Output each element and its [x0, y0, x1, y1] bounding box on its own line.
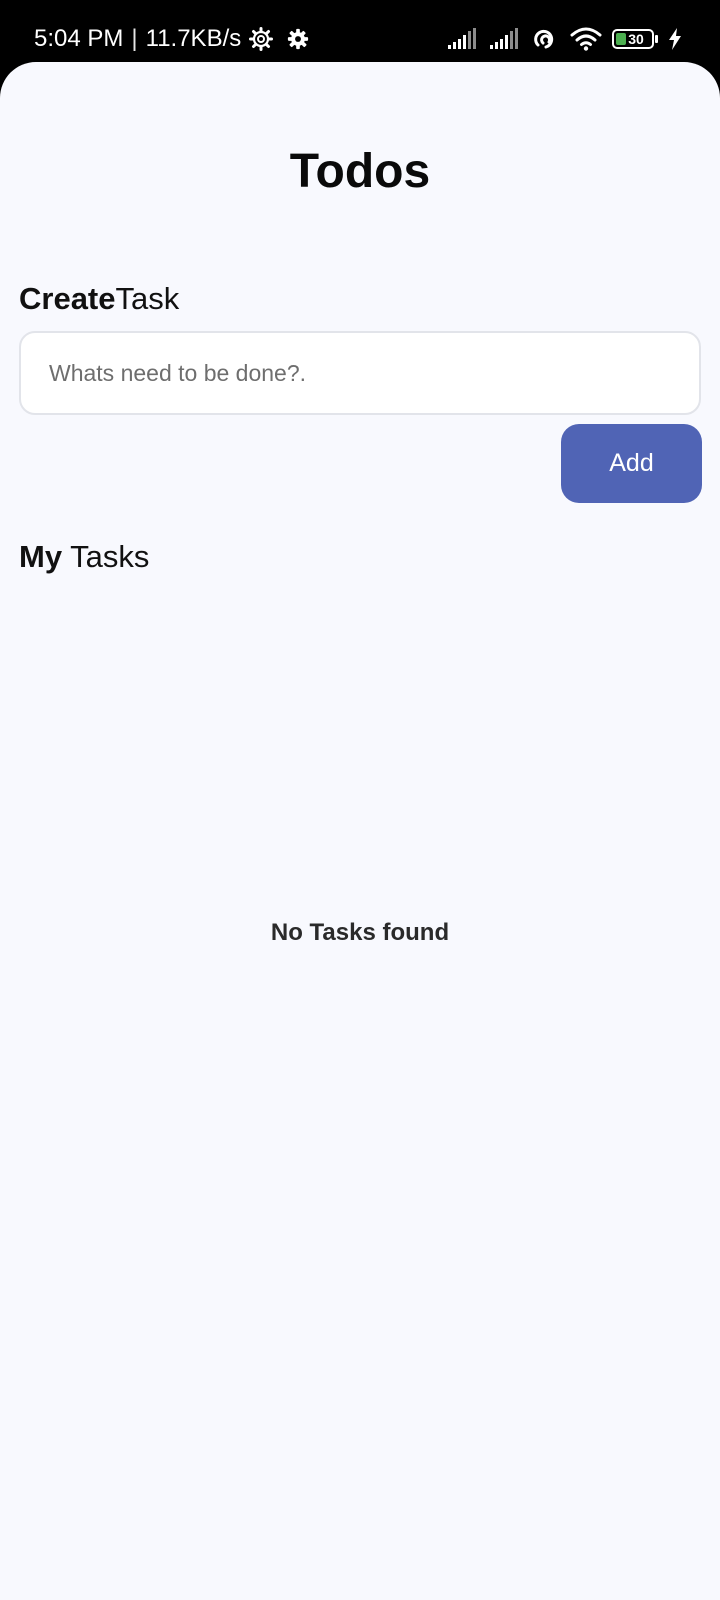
status-right: 30: [448, 22, 682, 56]
add-button[interactable]: Add: [561, 424, 702, 503]
signal-icon: [448, 28, 480, 50]
page-title: Todos: [289, 145, 431, 198]
status-left: 5:04 PM | 11.7KB/s: [34, 24, 309, 54]
charging-icon: [668, 28, 682, 50]
battery-level: 30: [628, 31, 644, 47]
empty-state-message: No Tasks found: [270, 919, 450, 946]
task-input[interactable]: [19, 331, 701, 415]
battery-icon: 30: [612, 29, 658, 49]
create-task-heading: CreateTask: [19, 280, 179, 318]
status-bar: 5:04 PM | 11.7KB/s 30: [0, 0, 720, 64]
my-tasks-heading: My Tasks: [19, 538, 149, 576]
create-task-heading-bold: Create: [19, 281, 116, 316]
my-tasks-heading-rest: Tasks: [62, 539, 150, 574]
hotspot-icon: [532, 27, 560, 51]
network-speed: 11.7KB/s: [145, 25, 242, 52]
battery-fill: [616, 33, 626, 45]
wifi-icon: [570, 27, 602, 51]
signal-icon: [490, 28, 522, 50]
status-separator: |: [131, 25, 138, 52]
app-sheet: Todos CreateTask Add My Tasks No Tasks f…: [0, 62, 720, 1600]
create-task-heading-rest: Task: [115, 281, 180, 316]
status-time: 5:04 PM: [34, 25, 124, 52]
my-tasks-heading-bold: My: [19, 539, 63, 574]
gear-outline-icon: [249, 27, 274, 51]
battery-cap: [655, 35, 658, 43]
battery-indicator: 30: [612, 29, 654, 49]
gear-icon: [287, 28, 309, 50]
